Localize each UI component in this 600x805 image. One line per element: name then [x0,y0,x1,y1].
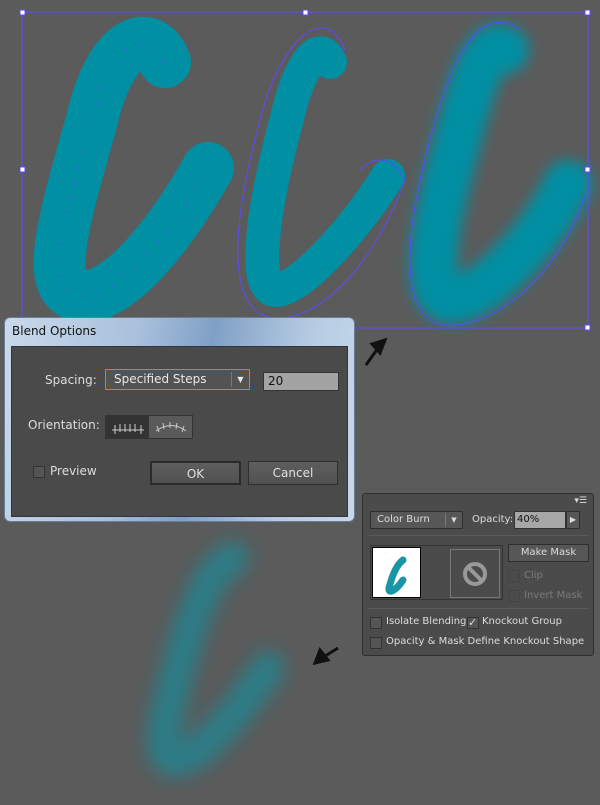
artwork-thumbnail[interactable] [372,547,421,598]
arrow-icon [312,646,339,666]
chevron-down-icon: ▼ [445,513,462,527]
preview-label: Preview [50,464,97,478]
blend-options-dialog: Blend Options Spacing: Specified Steps ▼ … [4,317,355,522]
knockout-group-label: Knockout Group [482,616,562,627]
letter-l-solid[interactable] [33,16,234,322]
letter-l-blurred[interactable] [409,21,592,326]
preview-checkbox[interactable] [33,466,45,478]
blend-mode-value: Color Burn [377,514,430,525]
spacing-dropdown[interactable]: Specified Steps ▼ [105,369,250,390]
define-knockout-checkbox[interactable] [370,637,382,649]
chevron-down-icon: ▼ [231,372,249,387]
isolate-blending-label: Isolate Blending [386,616,467,627]
spacing-label: Spacing: [45,373,97,387]
invert-mask-checkbox[interactable] [508,590,520,602]
spacing-value: Specified Steps [114,372,207,386]
transparency-panel: ▾☰ Color Burn ▼ Opacity: 40% ▶ Make Mask … [362,493,594,656]
ok-button[interactable]: OK [150,461,241,485]
isolate-blending-checkbox[interactable] [370,617,382,629]
make-mask-button[interactable]: Make Mask [508,544,589,562]
no-mask-icon [463,561,487,586]
letter-l-blend-outline[interactable] [237,27,406,319]
cancel-button[interactable]: Cancel [248,461,338,485]
steps-input[interactable]: 20 [263,372,339,391]
blurred-l-preview [146,541,285,778]
dialog-title: Blend Options [12,324,97,338]
arrow-icon [364,337,388,366]
knockout-group-checkbox[interactable]: ✓ [467,617,479,629]
blend-mode-dropdown[interactable]: Color Burn ▼ [370,511,463,529]
orientation-label: Orientation: [28,418,100,432]
define-knockout-label: Opacity & Mask Define Knockout Shape [386,636,585,647]
clip-label: Clip [524,570,543,581]
opacity-slider-button[interactable]: ▶ [566,511,580,529]
mask-thumbnail[interactable] [450,549,500,598]
align-to-page-icon[interactable] [106,416,149,438]
opacity-label: Opacity: [472,514,514,525]
align-to-path-icon[interactable] [149,416,192,438]
invert-mask-label: Invert Mask [524,590,583,601]
clip-checkbox[interactable] [508,570,520,582]
opacity-input[interactable]: 40% [514,511,566,529]
panel-menu-icon[interactable]: ▾☰ [574,496,587,506]
